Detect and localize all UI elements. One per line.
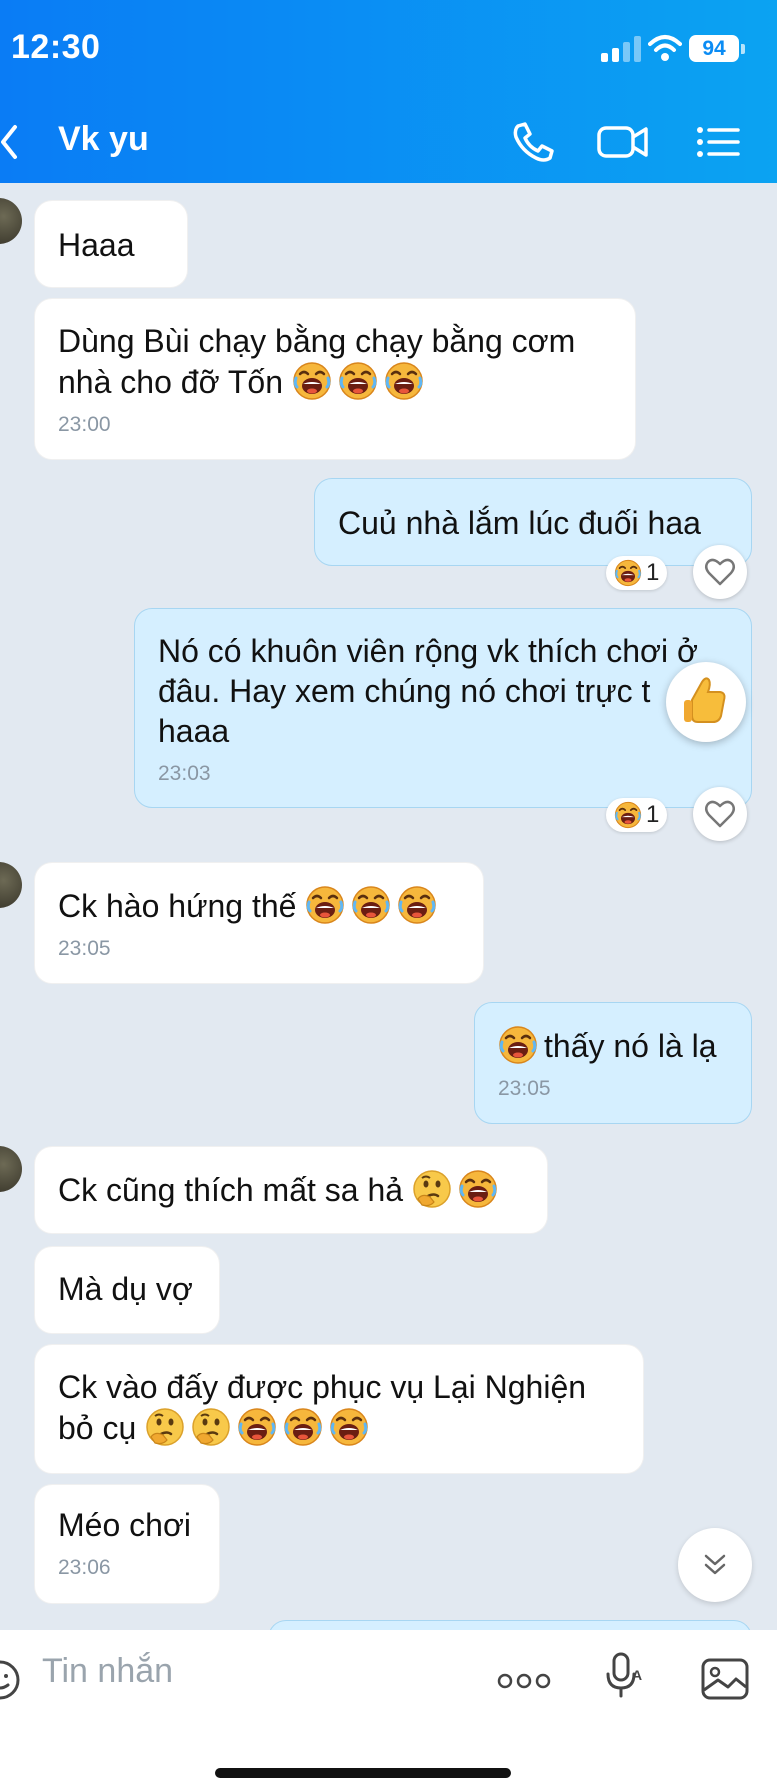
cellular-signal-icon [601,34,643,62]
message-input[interactable]: Tin nhắn [42,1652,173,1691]
chat-header: 12:30 94 Vk yu [0,0,777,183]
laugh-crying-emoji-icon [329,1407,369,1447]
message-text: Cuủ nhà lắm lúc đuối haa [338,505,701,541]
message-bubble-outgoing[interactable]: Cuủ nhà lắm lúc đuối haa [314,478,752,566]
laugh-crying-emoji-icon [614,801,642,829]
quick-like-button[interactable] [666,662,746,742]
reaction-count: 1 [646,801,660,828]
laugh-crying-emoji-icon [237,1407,277,1447]
message-time: 23:06 [58,1556,111,1579]
laugh-crying-emoji-icon [614,559,642,587]
message-text: Ck cũng thích mất sa hả [58,1172,404,1208]
thumbs-up-icon [684,677,726,723]
phone-icon[interactable] [508,120,556,164]
message-time: 23:00 [58,413,111,436]
contact-avatar[interactable] [0,1146,22,1192]
thinking-emoji-icon [412,1169,452,1209]
message-bubble-outgoing[interactable]: thấy nó là lạ 23:05 [474,1002,752,1124]
message-bubble-incoming[interactable]: Ck hào hứng thế 23:05 [34,862,484,984]
message-time: 23:05 [498,1077,551,1100]
laugh-crying-emoji-icon [458,1169,498,1209]
laugh-crying-emoji-icon [384,361,424,401]
thinking-emoji-icon [191,1407,231,1447]
message-bubble-incoming[interactable]: Méo chơi 23:06 [34,1484,220,1604]
message-text: Haaa [58,227,135,263]
voice-icon[interactable]: A [600,1650,650,1700]
message-time: 23:03 [158,762,211,785]
message-bubble-incoming[interactable]: Ck vào đấy được phục vụ Lại Nghiện bỏ cụ [34,1344,644,1474]
heart-react-button[interactable] [693,787,747,841]
reaction-summary[interactable]: 1 [606,798,668,832]
svg-text:A: A [632,1667,642,1683]
image-icon[interactable] [700,1654,750,1704]
battery-tip [741,44,745,54]
message-time: 23:05 [58,937,111,960]
scroll-down-icon [704,1554,726,1575]
message-bubble-incoming[interactable]: Dùng Bùi chạy bằng chạy bằng cơm nhà cho… [34,298,636,460]
message-text: Nó có khuôn viên rộng vk thích chơi ở đâ… [158,633,699,749]
heart-react-button[interactable] [693,545,747,599]
laugh-crying-emoji-icon [338,361,378,401]
status-time: 12:30 [11,28,101,66]
laugh-crying-emoji-icon [305,885,345,925]
reaction-summary[interactable]: 1 [606,556,668,590]
wifi-icon [648,35,682,61]
message-text: Ck hào hứng thế [58,888,297,924]
heart-icon [705,558,735,586]
message-text: Mà dụ vợ [58,1271,193,1307]
sticker-icon[interactable] [0,1658,22,1702]
more-icon[interactable] [496,1656,552,1706]
laugh-crying-emoji-icon [498,1025,538,1065]
heart-icon [705,800,735,828]
message-bubble-incoming[interactable]: Haaa [34,200,188,288]
contact-avatar[interactable] [0,198,22,244]
message-bubble-incoming[interactable]: Mà dụ vợ [34,1246,220,1334]
battery-indicator: 94 [689,35,739,62]
message-text: Méo chơi [58,1507,192,1543]
message-bubble-outgoing[interactable]: Nó có khuôn viên rộng vk thích chơi ở đâ… [134,608,752,808]
laugh-crying-emoji-icon [292,361,332,401]
laugh-crying-emoji-icon [283,1407,323,1447]
back-chevron-icon[interactable] [0,124,18,160]
video-call-icon[interactable] [596,120,650,164]
reaction-count: 1 [646,559,660,586]
home-indicator [215,1768,511,1778]
menu-list-icon[interactable] [694,120,742,164]
contact-name[interactable]: Vk yu [58,120,149,159]
scroll-to-bottom-button[interactable] [678,1528,752,1602]
contact-avatar[interactable] [0,862,22,908]
message-text: thấy nó là lạ [544,1028,717,1064]
thinking-emoji-icon [145,1407,185,1447]
laugh-crying-emoji-icon [351,885,391,925]
message-bubble-incoming[interactable]: Ck cũng thích mất sa hả [34,1146,548,1234]
laugh-crying-emoji-icon [397,885,437,925]
